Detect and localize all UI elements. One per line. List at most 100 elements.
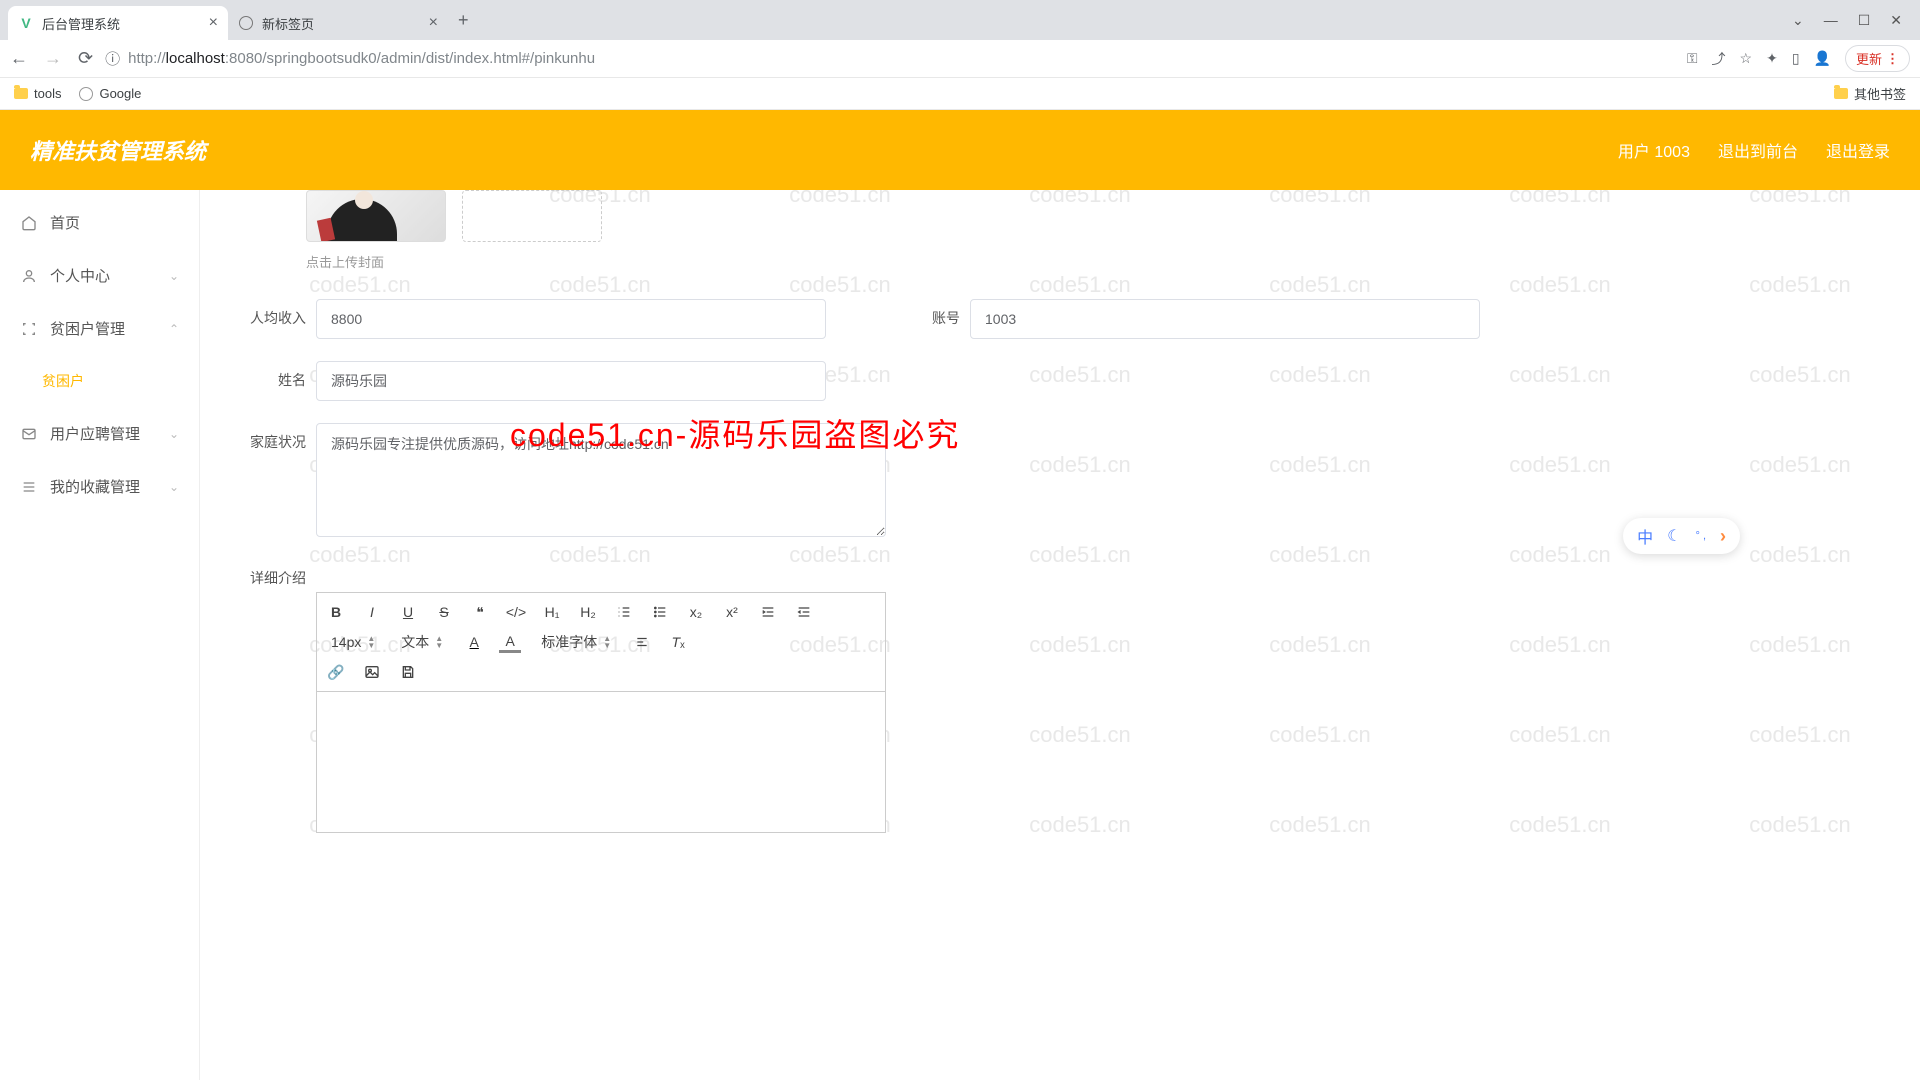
- moon-icon[interactable]: ☾: [1667, 526, 1681, 546]
- globe-icon: [238, 15, 254, 31]
- sidebar-item-label: 贫困户: [42, 371, 84, 391]
- sidebar-item-poverty-mgmt[interactable]: 贫困户管理 ⌃: [0, 302, 199, 355]
- info-icon[interactable]: ⓘ: [105, 48, 120, 69]
- ordered-list-button[interactable]: [613, 601, 635, 623]
- italic-button[interactable]: I: [361, 601, 383, 623]
- font-color-button[interactable]: A: [463, 631, 485, 653]
- user-icon: [20, 267, 38, 285]
- folder-icon: [14, 88, 28, 99]
- upload-placeholder[interactable]: [462, 190, 602, 242]
- font-size-select[interactable]: 14px▲▼: [325, 634, 381, 650]
- stack-icon: [20, 478, 38, 496]
- tab-title: 后台管理系统: [42, 14, 120, 33]
- browser-tab-active[interactable]: V 后台管理系统 ×: [8, 6, 228, 40]
- unordered-list-button[interactable]: [649, 601, 671, 623]
- bookmark-google[interactable]: Google: [79, 86, 141, 101]
- superscript-button[interactable]: x²: [721, 601, 743, 623]
- globe-icon: [79, 87, 93, 101]
- upload-tip: 点击上传封面: [306, 252, 1878, 271]
- bookmark-bar: tools Google 其他书签: [0, 78, 1920, 110]
- close-window-icon[interactable]: ✕: [1890, 12, 1902, 29]
- sidebar-item-poverty[interactable]: 贫困户: [0, 355, 199, 407]
- subscript-button[interactable]: x₂: [685, 601, 707, 623]
- strike-button[interactable]: S: [433, 601, 455, 623]
- sidebar-item-home[interactable]: 首页: [0, 196, 199, 249]
- editor-toolbar: B I U S ❝ </> H₁ H₂ x₂ x² 14px▲▼: [317, 593, 885, 692]
- key-icon[interactable]: ⚿: [1687, 50, 1698, 67]
- scan-icon: [20, 320, 38, 338]
- sidebar-item-label: 我的收藏管理: [50, 476, 140, 497]
- home-icon: [20, 214, 38, 232]
- app-header: 精准扶贫管理系统 用户 1003 退出到前台 退出登录: [0, 110, 1920, 190]
- back-icon[interactable]: ←: [10, 48, 28, 69]
- rich-editor: B I U S ❝ </> H₁ H₂ x₂ x² 14px▲▼: [316, 592, 886, 833]
- sidebar-item-favorites[interactable]: 我的收藏管理 ⌄: [0, 460, 199, 513]
- bookmark-tools[interactable]: tools: [14, 86, 61, 101]
- share-icon[interactable]: ⤴: [1712, 49, 1726, 69]
- sidebar-item-label: 贫困户管理: [50, 318, 125, 339]
- maximize-icon[interactable]: ☐: [1858, 12, 1871, 29]
- reload-icon[interactable]: ⟳: [78, 48, 93, 69]
- name-input[interactable]: [316, 361, 826, 401]
- profile-icon[interactable]: 👤: [1814, 50, 1831, 67]
- browser-tab[interactable]: 新标签页 ×: [228, 6, 448, 40]
- income-input[interactable]: [316, 299, 826, 339]
- font-family-select[interactable]: 标准字体▲▼: [535, 632, 617, 652]
- minimize-icon[interactable]: ―: [1824, 12, 1838, 29]
- header-user[interactable]: 用户 1003: [1618, 138, 1690, 162]
- family-textarea[interactable]: 源码乐园专注提供优质源码，访问地址http://code51.cn: [316, 423, 886, 537]
- chevron-up-icon: ⌃: [169, 322, 179, 336]
- bg-color-button[interactable]: A: [499, 631, 521, 653]
- chevron-right-icon[interactable]: ›: [1720, 526, 1726, 547]
- chevron-down-icon: ⌄: [169, 480, 179, 494]
- quote-button[interactable]: ❝: [469, 601, 491, 623]
- link-button[interactable]: 🔗: [325, 661, 347, 683]
- sidebar-item-recruit[interactable]: 用户应聘管理 ⌄: [0, 407, 199, 460]
- name-label: 姓名: [242, 361, 306, 390]
- folder-icon: [1834, 88, 1848, 99]
- clear-format-button[interactable]: Tₓ: [667, 631, 689, 653]
- image-button[interactable]: [361, 661, 383, 683]
- ime-punct-icon[interactable]: ° ,: [1695, 530, 1706, 542]
- ime-zh-icon[interactable]: 中: [1637, 524, 1653, 548]
- panel-icon[interactable]: ▯: [1792, 50, 1800, 67]
- extension-icon[interactable]: ✦: [1766, 50, 1778, 67]
- bold-button[interactable]: B: [325, 601, 347, 623]
- underline-button[interactable]: U: [397, 601, 419, 623]
- align-button[interactable]: [631, 631, 653, 653]
- h2-button[interactable]: H₂: [577, 601, 599, 623]
- close-icon[interactable]: ×: [429, 14, 438, 32]
- bookmark-other[interactable]: 其他书签: [1834, 84, 1906, 103]
- save-button[interactable]: [397, 661, 419, 683]
- chevron-down-icon[interactable]: ⌄: [1792, 12, 1804, 29]
- account-input[interactable]: [970, 299, 1480, 339]
- url-text: http://localhost:8080/springbootsudk0/ad…: [128, 50, 595, 67]
- sidebar-item-label: 个人中心: [50, 265, 110, 286]
- income-label: 人均收入: [242, 299, 306, 328]
- chevron-down-icon: ⌄: [169, 427, 179, 441]
- text-style-select[interactable]: 文本▲▼: [395, 632, 449, 652]
- h1-button[interactable]: H₁: [541, 601, 563, 623]
- tab-title: 新标签页: [262, 14, 314, 33]
- update-button[interactable]: 更新⋮: [1845, 45, 1910, 72]
- header-frontend-link[interactable]: 退出到前台: [1718, 138, 1798, 162]
- new-tab-button[interactable]: +: [448, 10, 479, 31]
- upload-thumbnail[interactable]: [306, 190, 446, 242]
- star-icon[interactable]: ☆: [1740, 50, 1753, 67]
- indent-button[interactable]: [757, 601, 779, 623]
- header-logout-link[interactable]: 退出登录: [1826, 138, 1890, 162]
- url-bar[interactable]: ⓘ http://localhost:8080/springbootsudk0/…: [105, 48, 1675, 69]
- close-icon[interactable]: ×: [209, 14, 218, 32]
- editor-body[interactable]: [317, 692, 885, 832]
- forward-icon[interactable]: →: [44, 48, 62, 69]
- details-label: 详细介绍: [242, 559, 306, 588]
- ime-float[interactable]: 中 ☾ ° , ›: [1623, 518, 1740, 554]
- sidebar-item-personal[interactable]: 个人中心 ⌄: [0, 249, 199, 302]
- sidebar-item-label: 用户应聘管理: [50, 423, 140, 444]
- outdent-button[interactable]: [793, 601, 815, 623]
- content-area: 点击上传封面 人均收入 账号 姓名 家庭状况 源码乐园专注提供优质源码，访问地址…: [200, 190, 1920, 1080]
- app-title: 精准扶贫管理系统: [30, 134, 206, 166]
- chevron-down-icon: ⌄: [169, 269, 179, 283]
- vue-icon: V: [18, 15, 34, 31]
- code-button[interactable]: </>: [505, 601, 527, 623]
